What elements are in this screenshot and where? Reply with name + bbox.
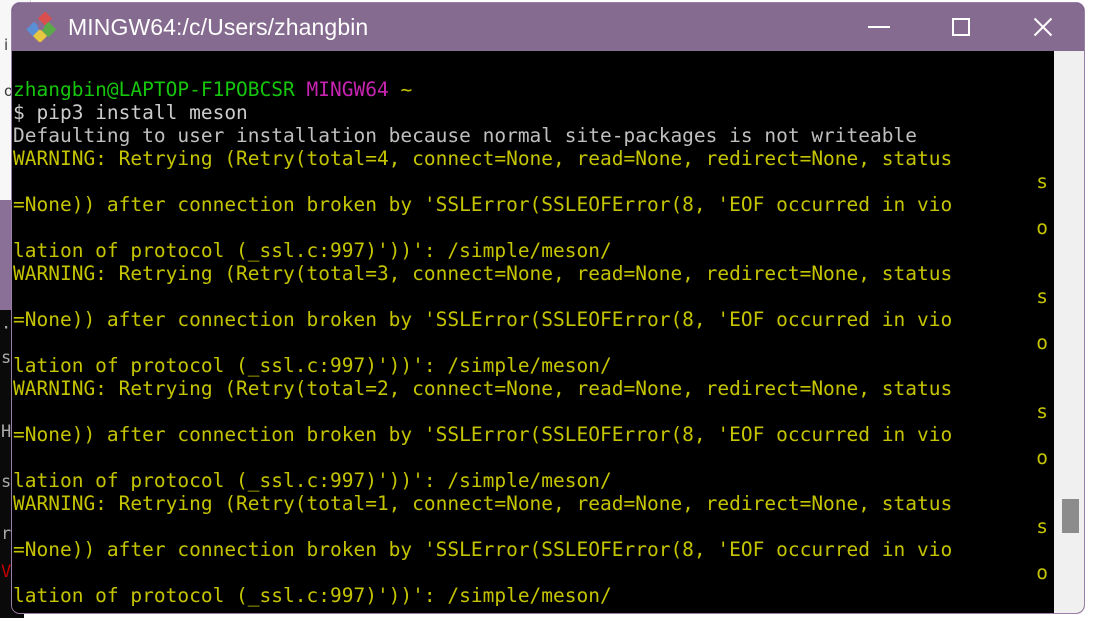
prompt-shell-name: MINGW64 bbox=[306, 78, 389, 101]
terminal-warning-line: WARNING: Retrying (Retry(total=1, connec… bbox=[13, 492, 953, 515]
prompt-user-host: zhangbin@LAPTOP-F1POBCSR bbox=[13, 78, 295, 101]
terminal-warning-line: lation of protocol (_ssl.c:997)'))': /si… bbox=[13, 584, 612, 607]
maximize-icon bbox=[952, 18, 970, 36]
minimize-icon bbox=[868, 26, 890, 28]
background-text-fragment: s bbox=[1, 472, 12, 492]
minimize-button[interactable] bbox=[838, 3, 920, 51]
terminal-warning-line: =None)) after connection broken by 'SSLE… bbox=[13, 538, 953, 561]
terminal-wrapped-overflow-char: o bbox=[1036, 216, 1048, 239]
terminal-wrapped-overflow-char: o bbox=[1036, 446, 1048, 469]
window-controls bbox=[838, 3, 1084, 51]
mingw64-window[interactable]: MINGW64:/c/Users/zhangbin zhangbin@LAPTO… bbox=[11, 2, 1085, 614]
terminal-warning-line: WARNING: Retrying (Retry(total=3, connec… bbox=[13, 262, 953, 285]
background-text-fragment: r bbox=[1, 524, 12, 544]
prompt-path: ~ bbox=[400, 78, 413, 101]
background-text-fragment: i bbox=[4, 36, 9, 54]
terminal-warning-line: WARNING: Retrying (Retry(total=4, connec… bbox=[13, 147, 953, 170]
terminal-area[interactable]: zhangbin@LAPTOP-F1POBCSR MINGW64 ~ $ pip3… bbox=[12, 51, 1084, 613]
terminal-warning-line: lation of protocol (_ssl.c:997)'))': /si… bbox=[13, 239, 612, 262]
close-icon bbox=[1031, 15, 1055, 39]
maximize-button[interactable] bbox=[920, 3, 1002, 51]
terminal-wrapped-overflow-char: o bbox=[1036, 331, 1048, 354]
terminal-wrapped-overflow-char: s bbox=[1036, 170, 1048, 193]
window-title: MINGW64:/c/Users/zhangbin bbox=[68, 13, 369, 40]
terminal-wrapped-overflow-char: s bbox=[1036, 285, 1048, 308]
terminal-scrollbar[interactable] bbox=[1053, 51, 1084, 613]
terminal-command-line: $ pip3 install meson bbox=[13, 101, 248, 124]
terminal-warning-line: =None)) after connection broken by 'SSLE… bbox=[13, 308, 953, 331]
terminal-warning-line: lation of protocol (_ssl.c:997)'))': /si… bbox=[13, 469, 612, 492]
terminal-output-line: Defaulting to user installation because … bbox=[13, 124, 917, 147]
terminal-wrapped-overflow-char: s bbox=[1036, 400, 1048, 423]
background-text-fragment: s bbox=[1, 348, 12, 368]
window-titlebar[interactable]: MINGW64:/c/Users/zhangbin bbox=[12, 3, 1084, 51]
close-button[interactable] bbox=[1002, 3, 1084, 51]
background-text-fragment: · bbox=[1, 318, 12, 338]
mingw-diamond-icon bbox=[26, 11, 57, 44]
terminal-wrapped-overflow-char: o bbox=[1036, 561, 1048, 584]
terminal-prompt-line: zhangbin@LAPTOP-F1POBCSR MINGW64 ~ bbox=[12, 78, 1053, 101]
terminal-wrapped-overflow-char: s bbox=[1036, 515, 1048, 538]
background-text-fragment: H bbox=[1, 422, 12, 442]
terminal-warning-line: =None)) after connection broken by 'SSLE… bbox=[13, 193, 953, 216]
scrollbar-thumb[interactable] bbox=[1062, 499, 1079, 533]
terminal-warning-line: =None)) after connection broken by 'SSLE… bbox=[13, 423, 953, 446]
terminal-warning-line: lation of protocol (_ssl.c:997)'))': /si… bbox=[13, 354, 612, 377]
terminal-screen[interactable]: zhangbin@LAPTOP-F1POBCSR MINGW64 ~ $ pip3… bbox=[12, 51, 1053, 613]
background-text-fragment: V bbox=[1, 562, 12, 582]
terminal-warning-line: WARNING: Retrying (Retry(total=2, connec… bbox=[13, 377, 953, 400]
